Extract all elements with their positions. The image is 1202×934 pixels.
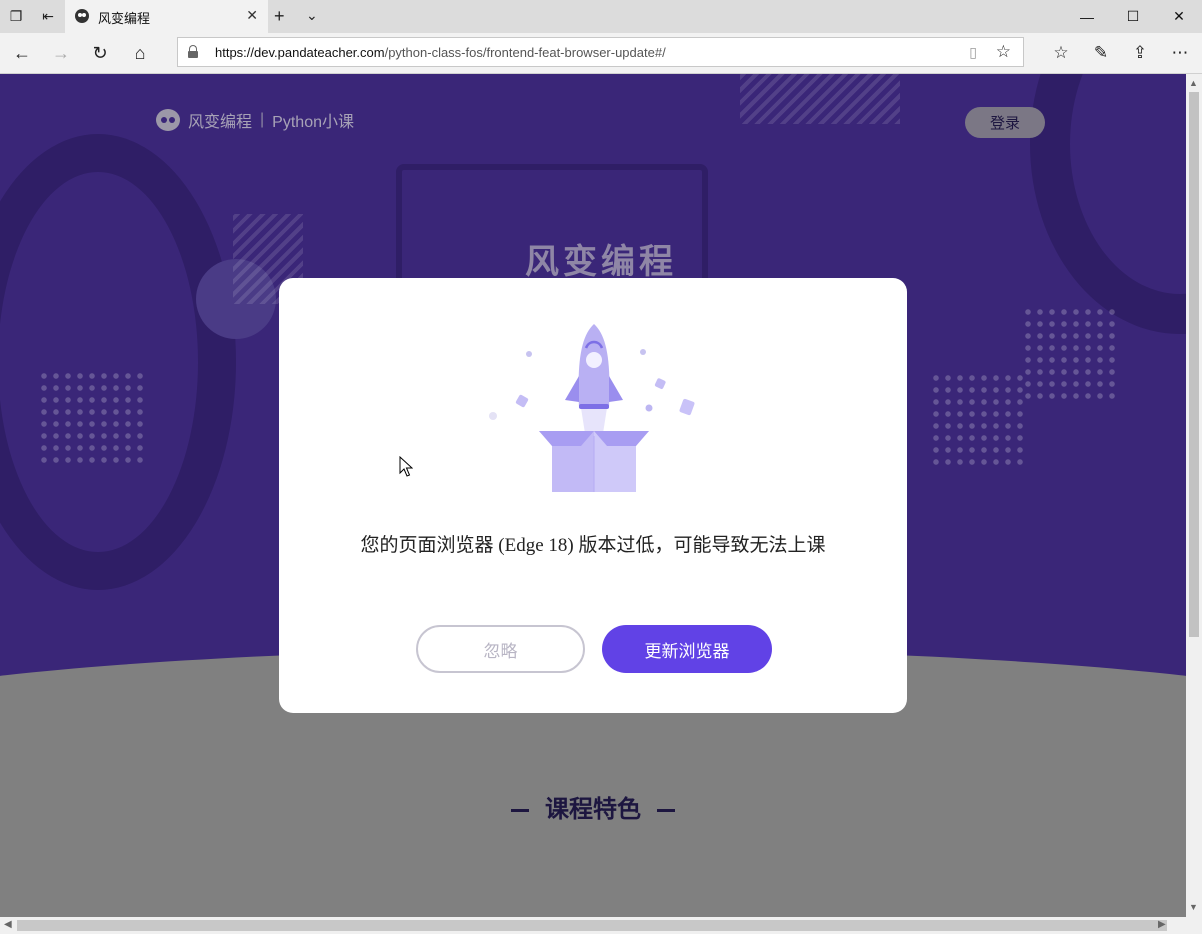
logo-product: Python小课 <box>272 114 354 131</box>
close-icon[interactable]: ✕ <box>1156 0 1202 33</box>
forward-icon[interactable]: → <box>41 33 81 73</box>
vertical-scroll-thumb[interactable] <box>1189 92 1199 637</box>
favorites-icon[interactable]: ☆ <box>1041 33 1081 73</box>
decor-ring-left <box>0 134 236 590</box>
set-aside-icon[interactable]: ⇤ <box>32 0 64 33</box>
browser-update-dialog: 您的页面浏览器 (Edge 18) 版本过低，可能导致无法上课 忽略 更新浏览器 <box>279 278 907 713</box>
panda-favicon-icon <box>75 9 89 23</box>
tab-list-icon[interactable]: ❐ <box>0 0 32 33</box>
logo-brand: 风变编程 <box>188 114 253 131</box>
more-icon[interactable]: ⋯ <box>1160 33 1200 73</box>
refresh-icon[interactable]: ↻ <box>80 33 120 73</box>
title-bar: ❐ ⇤ 风变编程 ✕ + ⌄ — ☐ ✕ <box>0 0 1202 33</box>
hero-brand-title: 风变编程 <box>525 243 677 281</box>
home-icon[interactable]: ⌂ <box>120 33 160 73</box>
address-bar[interactable]: https://dev.pandateacher.com/python-clas… <box>177 37 1024 67</box>
pen-icon[interactable]: ✎ <box>1081 33 1121 73</box>
reading-view-icon[interactable]: ▯ <box>969 44 977 61</box>
decor-dots-left <box>38 370 146 464</box>
minimize-icon[interactable]: — <box>1064 0 1110 33</box>
tab-title: 风变编程 <box>98 11 151 26</box>
lock-icon <box>188 45 198 58</box>
mouse-cursor-icon <box>399 456 413 477</box>
tab-menu-icon[interactable]: ⌄ <box>306 7 318 24</box>
decor-dots-right-top <box>1022 306 1118 402</box>
favorite-star-icon[interactable]: ☆ <box>996 42 1011 62</box>
back-icon[interactable]: ← <box>2 33 42 73</box>
browser-window: ❐ ⇤ 风变编程 ✕ + ⌄ — ☐ ✕ ← → ↻ ⌂ https://dev… <box>0 0 1202 934</box>
decor-stripes-top <box>740 74 900 124</box>
update-browser-button[interactable]: 更新浏览器 <box>602 625 772 673</box>
site-logo[interactable]: 风变编程 | Python小课 <box>156 108 354 132</box>
decor-ring-right <box>1030 74 1186 334</box>
tab-close-icon[interactable]: ✕ <box>246 7 258 24</box>
decor-dots-right <box>930 372 1026 468</box>
panda-logo-icon <box>156 109 180 131</box>
navigation-bar: ← → ↻ ⌂ https://dev.pandateacher.com/pyt… <box>0 33 1202 74</box>
rocket-box-illustration <box>489 324 695 492</box>
horizontal-scroll-thumb[interactable] <box>17 920 1167 931</box>
ignore-button[interactable]: 忽略 <box>416 625 585 673</box>
logo-separator: | <box>260 111 265 128</box>
vertical-scrollbar[interactable]: ▲ ▼ <box>1186 74 1202 917</box>
login-button[interactable]: 登录 <box>965 107 1045 138</box>
active-tab[interactable]: 风变编程 ✕ <box>65 0 268 33</box>
section-title: 课程特色 <box>0 789 1186 824</box>
share-icon[interactable]: ⇪ <box>1120 33 1160 73</box>
maximize-icon[interactable]: ☐ <box>1110 0 1156 33</box>
horizontal-scrollbar[interactable]: ◀ ▶ <box>0 917 1186 934</box>
outdated-browser-message: 您的页面浏览器 (Edge 18) 版本过低，可能导致无法上课 <box>360 535 826 556</box>
new-tab-icon[interactable]: + <box>274 6 285 27</box>
url-text[interactable]: https://dev.pandateacher.com/python-clas… <box>215 45 666 60</box>
